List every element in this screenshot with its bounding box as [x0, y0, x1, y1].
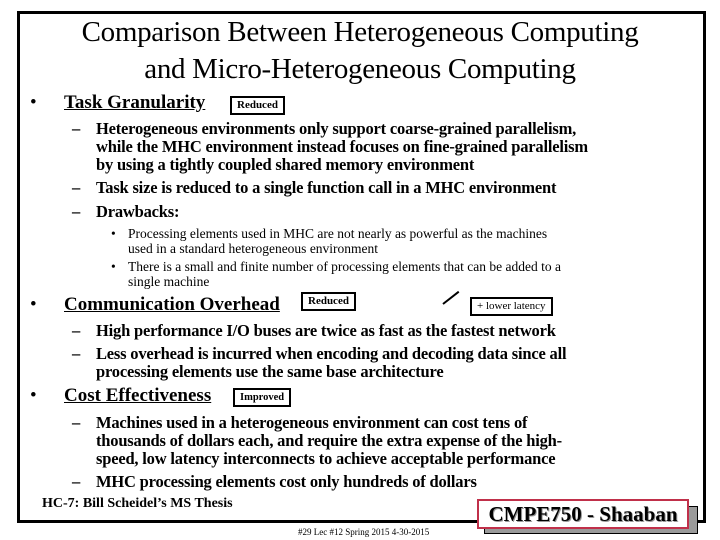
line: while the MHC environment instead focuse…	[96, 137, 588, 156]
section-heading-task-granularity: Task Granularity	[64, 92, 205, 114]
line: Heterogeneous environments only support …	[96, 119, 577, 138]
title-line-1: Comparison Between Heterogeneous Computi…	[81, 16, 639, 48]
line: processing elements use the same base ar…	[96, 362, 444, 381]
footer-note: HC-7: Bill Scheidel’s MS Thesis	[42, 496, 233, 511]
line: Processing elements used in MHC are not …	[128, 226, 548, 241]
line: Machines used in a heterogeneous environ…	[96, 413, 528, 432]
bullet-icon: •	[30, 294, 37, 315]
course-badge: CMPE750 - Shaaban	[477, 499, 689, 529]
line: single machine	[128, 274, 210, 289]
bullet-icon: •	[111, 259, 116, 274]
sub-list-item: Processing elements used in MHC are not …	[128, 226, 547, 256]
list-item: High performance I/O buses are twice as …	[96, 321, 556, 340]
list-item: Heterogeneous environments only support …	[96, 120, 588, 174]
dash-icon: –	[72, 472, 81, 491]
list-item: Task size is reduced to a single functio…	[96, 178, 557, 197]
heading-text: Cost Effectiveness	[64, 385, 212, 406]
tag-reduced-overhead: Reduced	[301, 292, 356, 311]
heading-text: Task Granularity	[64, 92, 206, 113]
dash-icon: –	[72, 202, 81, 221]
line: thousands of dollars each, and require t…	[96, 431, 562, 450]
dash-icon: –	[72, 413, 81, 432]
callout-lower-latency: + lower latency	[470, 297, 553, 316]
line: used in a standard heterogeneous environ…	[128, 241, 379, 256]
list-item: Less overhead is incurred when encoding …	[96, 344, 567, 381]
sub-list-item: There is a small and finite number of pr…	[128, 259, 561, 289]
dash-icon: –	[72, 344, 81, 363]
dash-icon: –	[72, 119, 81, 138]
bullet-icon: •	[111, 226, 116, 241]
section-heading-cost-effectiveness: Cost Effectiveness	[64, 385, 211, 407]
tag-improved: Improved	[233, 388, 292, 407]
section-heading-communication-overhead: Communication Overhead	[64, 294, 280, 316]
list-item: Machines used in a heterogeneous environ…	[96, 414, 562, 468]
dash-icon: –	[72, 321, 81, 340]
line: speed, low latency interconnects to achi…	[96, 449, 556, 468]
list-item: MHC processing elements cost only hundre…	[96, 472, 477, 491]
line: There is a small and finite number of pr…	[128, 259, 561, 274]
bullet-icon: •	[30, 385, 37, 406]
line: Less overhead is incurred when encoding …	[96, 344, 567, 363]
heading-text: Communication Overhead	[64, 294, 280, 315]
title-line-2: and Micro-Heterogeneous Computing	[144, 53, 576, 85]
slide-info: #29 Lec #12 Spring 2015 4-30-2015	[298, 527, 430, 537]
dash-icon: –	[72, 178, 81, 197]
line: by using a tightly coupled shared memory…	[96, 155, 475, 174]
list-item-drawbacks: Drawbacks:	[96, 202, 180, 221]
bullet-icon: •	[30, 92, 37, 113]
slide-title: Comparison Between Heterogeneous Computi…	[20, 14, 700, 88]
tag-reduced-granularity: Reduced	[230, 96, 285, 115]
